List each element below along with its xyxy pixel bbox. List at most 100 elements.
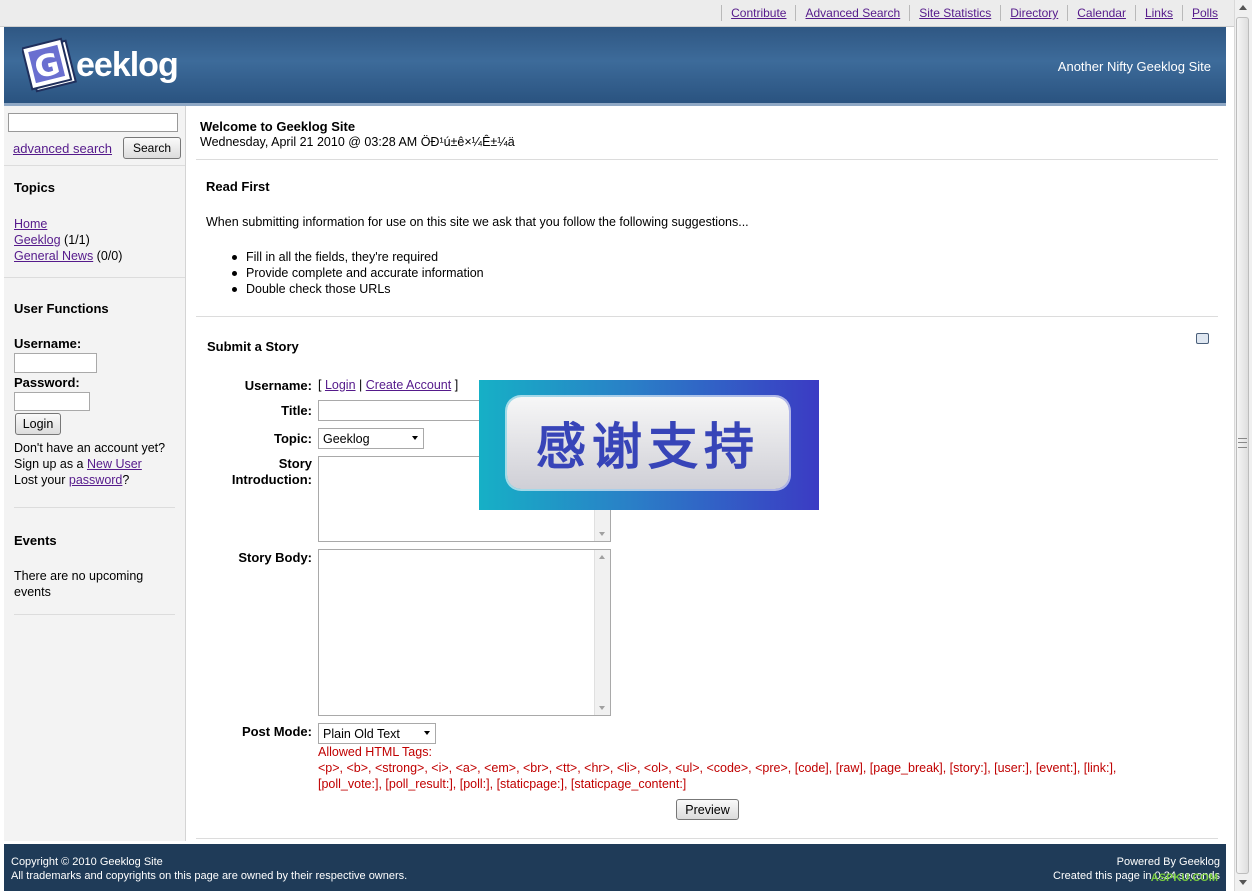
- nav-calendar[interactable]: Calendar: [1077, 6, 1126, 20]
- list-item: Provide complete and accurate informatio…: [232, 266, 484, 280]
- search-input[interactable]: [8, 113, 178, 132]
- post-mode-value: Plain Old Text: [323, 726, 400, 741]
- story-login-links: [ Login | Create Account ]: [318, 378, 458, 392]
- nav-separator: [1134, 5, 1136, 21]
- nav-directory[interactable]: Directory: [1010, 6, 1058, 20]
- allowed-tags-line1: <p>, <b>, <strong>, <i>, <a>, <em>, <br>…: [318, 761, 1117, 775]
- nav-separator: [1181, 5, 1183, 21]
- scroll-down-icon[interactable]: [599, 706, 605, 710]
- no-account-text: Don't have an account yet?: [14, 441, 166, 455]
- divider: [14, 507, 175, 508]
- scroll-down-icon[interactable]: [1239, 880, 1247, 885]
- scroll-down-icon[interactable]: [599, 532, 605, 536]
- lost-prefix: Lost your: [14, 473, 69, 487]
- nav-separator: [1067, 5, 1069, 21]
- top-nav-links: Contribute Advanced Search Site Statisti…: [712, 0, 1234, 26]
- topic-select-value: Geeklog: [323, 431, 370, 446]
- welcome-date: Wednesday, April 21 2010 @ 03:28 AM ÖÐ¹ú…: [200, 135, 515, 149]
- site-header: G eeklog Another Nifty Geeklog Site: [4, 27, 1226, 106]
- logo-text: eeklog: [76, 45, 179, 84]
- powered-by-text: Powered By Geeklog: [1116, 856, 1220, 868]
- scroll-up-icon[interactable]: [1239, 5, 1247, 10]
- new-user-link[interactable]: New User: [87, 457, 142, 471]
- user-functions-title: User Functions: [14, 301, 109, 316]
- username-field[interactable]: [14, 353, 97, 373]
- nav-site-statistics[interactable]: Site Statistics: [919, 6, 991, 20]
- account-help: Don't have an account yet? Sign up as a …: [14, 440, 165, 488]
- bracket: [: [318, 378, 325, 392]
- story-title-input[interactable]: [318, 400, 483, 421]
- nav-separator: [721, 5, 723, 21]
- divider: [4, 277, 185, 278]
- site-logo[interactable]: G eeklog: [22, 37, 179, 93]
- search-button[interactable]: Search: [123, 137, 181, 159]
- nav-polls[interactable]: Polls: [1192, 6, 1218, 20]
- welcome-title: Welcome to Geeklog Site: [200, 119, 356, 134]
- topic-link-geeklog[interactable]: Geeklog: [14, 233, 61, 247]
- support-banner-text: 感谢支持: [507, 397, 789, 489]
- separator: |: [355, 378, 366, 392]
- events-title: Events: [14, 533, 57, 548]
- password-field[interactable]: [14, 392, 90, 411]
- topic-item-geeklog: Geeklog (1/1): [14, 232, 122, 248]
- nav-contribute[interactable]: Contribute: [731, 6, 786, 20]
- topic-select[interactable]: Geeklog: [318, 428, 424, 449]
- nav-separator: [795, 5, 797, 21]
- story-topic-label: Topic:: [273, 431, 312, 446]
- post-mode-label: Post Mode:: [241, 724, 312, 739]
- nav-separator: [909, 5, 911, 21]
- topic-list: Home Geeklog (1/1) General News (0/0): [14, 216, 122, 264]
- chevron-down-icon: [424, 731, 430, 735]
- read-first-title: Read First: [206, 179, 270, 194]
- story-title-label: Title:: [281, 403, 312, 418]
- post-mode-select[interactable]: Plain Old Text: [318, 723, 436, 744]
- divider: [196, 838, 1218, 839]
- nav-separator: [1000, 5, 1002, 21]
- site-footer: Copyright © 2010 Geeklog Site All tradem…: [4, 844, 1226, 891]
- bracket: ]: [451, 378, 459, 392]
- list-item: Fill in all the fields, they're required: [232, 249, 484, 265]
- trademark-text: All trademarks and copyrights on this pa…: [11, 870, 408, 882]
- story-body-label: Story Body:: [238, 550, 312, 565]
- watermark-logo: ASPKU.COM: [1150, 872, 1218, 884]
- divider: [14, 614, 175, 615]
- nav-advanced-search[interactable]: Advanced Search: [805, 6, 900, 20]
- scroll-up-icon[interactable]: [599, 555, 605, 559]
- topics-title: Topics: [14, 180, 55, 195]
- advanced-search-link[interactable]: advanced search: [13, 141, 112, 156]
- scrollbar[interactable]: [594, 550, 610, 715]
- story-body-textarea[interactable]: [318, 549, 611, 716]
- topic-item-general-news: General News (0/0): [14, 248, 122, 264]
- login-button[interactable]: Login: [15, 413, 61, 435]
- password-link[interactable]: password: [69, 473, 123, 487]
- divider: [196, 159, 1218, 160]
- password-label: Password:: [14, 375, 80, 390]
- story-intro-label: Story Introduction:: [202, 456, 312, 488]
- printer-icon[interactable]: [1196, 333, 1209, 344]
- create-account-link[interactable]: Create Account: [366, 378, 451, 392]
- username-label: Username:: [14, 336, 82, 351]
- lost-suffix: ?: [122, 473, 130, 487]
- divider: [196, 316, 1218, 317]
- nav-links[interactable]: Links: [1145, 6, 1173, 20]
- site-slogan: Another Nifty Geeklog Site: [1057, 59, 1211, 74]
- signup-prefix: Sign up as a: [14, 457, 87, 471]
- events-text: There are no upcoming events: [14, 569, 144, 599]
- geeklog-logo-icon: G: [22, 37, 77, 93]
- allowed-tags-title: Allowed HTML Tags:: [318, 745, 432, 759]
- topic-count: (0/0): [93, 249, 123, 263]
- topic-link-home[interactable]: Home: [14, 217, 47, 231]
- lost-password-line: Lost your password?: [14, 472, 165, 488]
- story-username-label: Username:: [244, 378, 312, 393]
- divider: [4, 165, 185, 166]
- topic-item-home: Home: [14, 216, 122, 232]
- left-sidebar: advanced search Search Topics Home Geekl…: [4, 106, 186, 841]
- story-login-link[interactable]: Login: [325, 378, 356, 392]
- topic-link-general-news[interactable]: General News: [14, 249, 93, 263]
- copyright-text: Copyright © 2010 Geeklog Site: [11, 856, 163, 868]
- allowed-tags-line2: [poll_vote:], [poll_result:], [poll:], […: [318, 777, 687, 791]
- read-first-list: Fill in all the fields, they're required…: [232, 249, 484, 297]
- scroll-grip-icon: [1238, 438, 1247, 448]
- preview-button[interactable]: Preview: [676, 799, 739, 820]
- submit-story-title: Submit a Story: [207, 339, 299, 354]
